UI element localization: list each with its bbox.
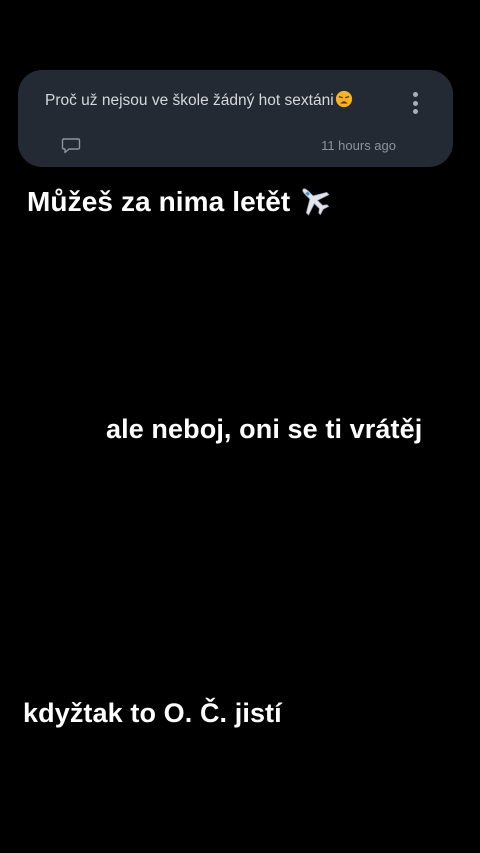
more-vertical-icon[interactable] — [405, 90, 425, 116]
airplane-icon — [302, 188, 330, 216]
caption-line-3: kdyžtak to O. Č. jistí — [23, 698, 282, 728]
comment-text-row: Proč už nejsou ve škole žádný hot sextán… — [45, 90, 405, 112]
comment-text: Proč už nejsou ve škole žádný hot sextán… — [45, 92, 334, 109]
caption-line-2: ale neboj, oni se ti vrátěj — [106, 414, 423, 444]
weary-face-emoji — [335, 90, 352, 108]
comment-bubble-icon[interactable] — [61, 137, 81, 155]
comment-card[interactable]: Proč už nejsou ve škole žádný hot sextán… — [18, 70, 453, 167]
caption-line-1: Můžeš za nima letět — [27, 182, 332, 222]
comment-timestamp: 11 hours ago — [321, 138, 396, 153]
caption-line-1-text: Můžeš za nima letět — [27, 186, 291, 217]
